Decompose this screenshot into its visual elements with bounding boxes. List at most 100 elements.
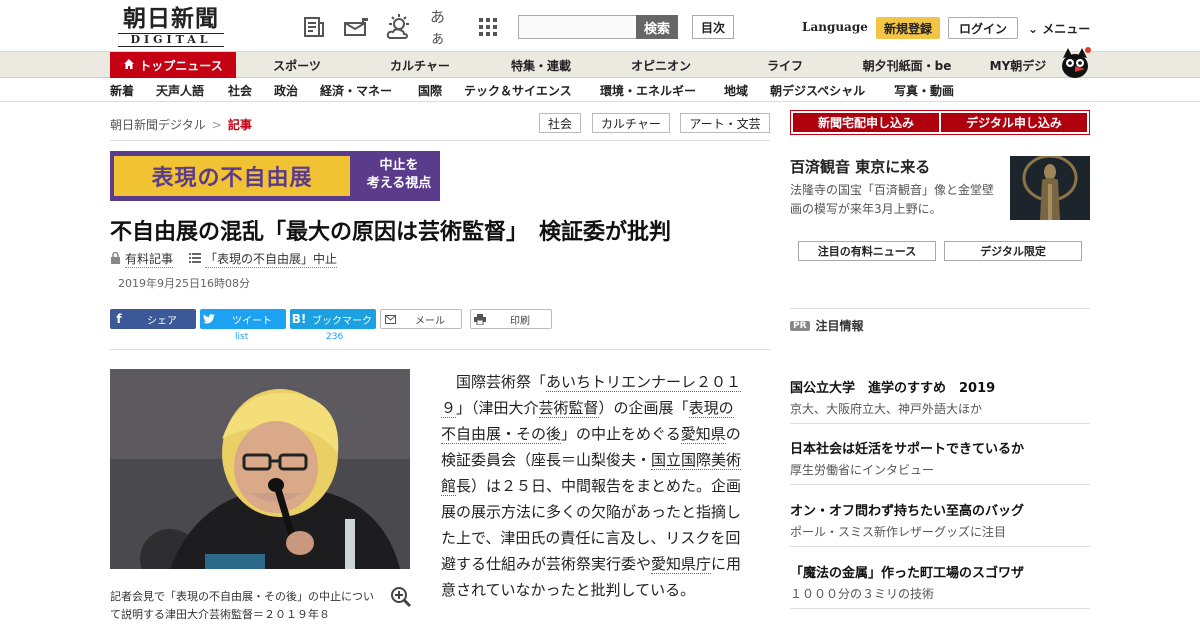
facebook-share-button[interactable]: f シェア xyxy=(110,309,196,329)
facebook-icon: f xyxy=(116,312,122,326)
nav-special[interactable]: 朝デジスペシャル xyxy=(770,78,865,102)
pr-item[interactable]: オン・オフ問わず持ちたい至高のバッグ ポール・スミス新作レザーグッズに注目 xyxy=(790,503,1090,547)
nav-tenseijingo[interactable]: 天声人語 xyxy=(156,78,204,102)
nav-international[interactable]: 国際 xyxy=(418,78,442,102)
pr-item[interactable]: 「魔法の金属」作った町工場のスゴワザ １０００分の３ミリの技術 xyxy=(790,565,1090,609)
breadcrumb-home[interactable]: 朝日新聞デジタル xyxy=(110,118,206,132)
divider xyxy=(790,308,1090,309)
nav-environment[interactable]: 環境・エネルギー xyxy=(600,78,696,102)
pr-item-title: 国公立大学 進学のすすめ 2019 xyxy=(790,381,996,396)
pr-item[interactable]: 日本社会は妊活をサポートできているか 厚生労働省にインタビュー xyxy=(790,441,1090,485)
pr-badge: PR xyxy=(790,320,810,331)
hatena-bookmark-button[interactable]: B! ブックマーク xyxy=(290,309,376,329)
newspaper-icon[interactable] xyxy=(300,13,328,41)
nav-region[interactable]: 地域 xyxy=(724,78,748,102)
breadcrumb: 朝日新聞デジタル > 記事 xyxy=(110,116,252,133)
digital-only-button[interactable]: デジタル限定 xyxy=(944,241,1082,261)
series-link[interactable]: 「表現の不自由展」中止 xyxy=(205,250,338,268)
mailbox-icon[interactable] xyxy=(342,13,370,41)
print-button[interactable]: 印刷 xyxy=(470,309,552,329)
body-text: ）の企画展「 xyxy=(598,399,689,417)
search-button[interactable]: 検索 xyxy=(636,15,678,39)
mail-share-button[interactable]: メール xyxy=(380,309,462,329)
site-logo[interactable]: 朝日新聞 DIGITAL xyxy=(112,6,230,48)
promo-image[interactable] xyxy=(1010,156,1090,220)
language-link[interactable]: Language xyxy=(802,20,868,34)
nav-opinion[interactable]: オピニオン xyxy=(616,52,706,78)
pr-item-subtitle: 厚生労働省にインタビュー xyxy=(790,463,935,477)
keyword-link[interactable]: 芸術監督 xyxy=(538,399,599,418)
article-body: 国際芸術祭「あいちトリエンナーレ２０１９」（津田大介芸術監督）の企画展「表現の不… xyxy=(441,369,747,603)
pr-heading: PR 注目情報 xyxy=(790,317,864,334)
series-banner[interactable]: 表現の不自由展 中止を 考える視点 xyxy=(110,151,440,201)
primary-nav: トップニュース スポーツ カルチャー 特集・連載 オピニオン ライフ 朝夕刊紙面… xyxy=(0,52,1200,78)
nav-features[interactable]: 特集・連載 xyxy=(496,52,586,78)
banner-sub-line1: 中止を xyxy=(379,158,419,173)
menu-label: メニュー xyxy=(1042,22,1091,36)
mascot-icon[interactable] xyxy=(1058,44,1092,78)
nav-sports[interactable]: スポーツ xyxy=(252,52,342,78)
paid-article-label[interactable]: 有料記事 xyxy=(125,250,174,268)
tag-society[interactable]: 社会 xyxy=(539,113,581,133)
breadcrumb-current: 記事 xyxy=(227,118,252,132)
body-text: 国際芸術祭「 xyxy=(441,373,547,391)
subscribe-delivery-button[interactable]: 新聞宅配申し込み xyxy=(793,113,939,132)
pr-item-title: 日本社会は妊活をサポートできているか xyxy=(790,442,1025,457)
promo-title[interactable]: 百済観音 東京に来る xyxy=(790,156,930,177)
article-photo[interactable] xyxy=(110,369,410,569)
nav-paper[interactable]: 朝夕刊紙面・be xyxy=(850,52,964,78)
nav-photo-video[interactable]: 写真・動画 xyxy=(894,78,954,102)
mail-label: メール xyxy=(415,315,445,327)
pr-item-subtitle: 京大、大阪府立大、神戸外語大ほか xyxy=(790,402,983,416)
twitter-count[interactable]: list xyxy=(235,332,248,342)
nav-culture[interactable]: カルチャー xyxy=(370,52,470,78)
print-label: 印刷 xyxy=(510,315,530,327)
toc-button[interactable]: 目次 xyxy=(692,15,734,39)
print-icon xyxy=(471,309,489,329)
nav-top-news[interactable]: トップニュース xyxy=(110,52,236,78)
logo-sub-text: DIGITAL xyxy=(118,33,224,47)
keyword-link[interactable]: 愛知県 xyxy=(680,425,726,444)
body-text: 」の中止をめぐる xyxy=(561,425,681,443)
banner-sub-line2: 考える視点 xyxy=(366,176,432,191)
nav-economy[interactable]: 経済・マネー xyxy=(320,78,392,102)
subscribe-digital-button[interactable]: デジタル申し込み xyxy=(941,113,1087,132)
search-input[interactable] xyxy=(518,15,637,39)
menu-button[interactable]: ⌄ メニュー xyxy=(1028,20,1090,37)
login-button[interactable]: ログイン xyxy=(948,17,1018,39)
nav-latest[interactable]: 新着 xyxy=(110,78,134,102)
photo-caption: 記者会見で「表現の不自由展・その後」の中止について説明する津田大介芸術監督＝２０… xyxy=(110,590,374,621)
nav-society[interactable]: 社会 xyxy=(228,78,252,102)
breadcrumb-separator: > xyxy=(211,118,222,132)
nav-my-asadigi[interactable]: MY朝デジ xyxy=(980,52,1056,78)
banner-sub-text: 中止を 考える視点 xyxy=(362,157,436,193)
nav-tech-science[interactable]: テック＆サイエンス xyxy=(464,78,572,102)
pr-item-title: オン・オフ問わず持ちたい至高のバッグ xyxy=(790,504,1025,519)
promo-text[interactable]: 法隆寺の国宝「百済観音」像と金堂壁画の模写が来年3月上野に。 xyxy=(790,181,1000,219)
tag-culture[interactable]: カルチャー xyxy=(592,113,670,133)
hatena-icon: B! xyxy=(291,312,307,326)
nav-politics[interactable]: 政治 xyxy=(274,78,298,102)
zoom-icon[interactable] xyxy=(390,586,412,608)
logo-main-text: 朝日新聞 xyxy=(123,5,219,32)
nav-label: トップニュース xyxy=(139,58,223,73)
grid-menu-icon[interactable] xyxy=(474,13,502,41)
chevron-down-icon: ⌄ xyxy=(1028,22,1039,36)
twitter-share-button[interactable]: ツイート xyxy=(200,309,286,329)
article-date: 2019年9月25日16時08分 xyxy=(118,277,250,290)
hatena-count[interactable]: 236 xyxy=(326,332,343,342)
keyword-link[interactable]: 愛知県庁 xyxy=(651,555,712,574)
tag-art-literature[interactable]: アート・文芸 xyxy=(680,113,770,133)
twitter-icon xyxy=(200,309,218,329)
paid-news-button[interactable]: 注目の有料ニュース xyxy=(798,241,936,261)
divider xyxy=(110,140,770,141)
font-size-icon[interactable]: あぁ xyxy=(430,8,458,47)
pr-item[interactable]: 国公立大学 進学のすすめ 2019 京大、大阪府立大、神戸外語大ほか xyxy=(790,380,1090,424)
secondary-nav: 新着 天声人語 社会 政治 経済・マネー 国際 テック＆サイエンス 環境・エネル… xyxy=(0,78,1200,102)
pr-item-subtitle: １０００分の３ミリの技術 xyxy=(790,587,935,601)
list-icon xyxy=(189,252,202,266)
nav-life[interactable]: ライフ xyxy=(740,52,830,78)
register-button[interactable]: 新規登録 xyxy=(876,17,940,39)
share-label: シェア xyxy=(147,315,177,327)
weather-icon[interactable] xyxy=(385,13,413,41)
